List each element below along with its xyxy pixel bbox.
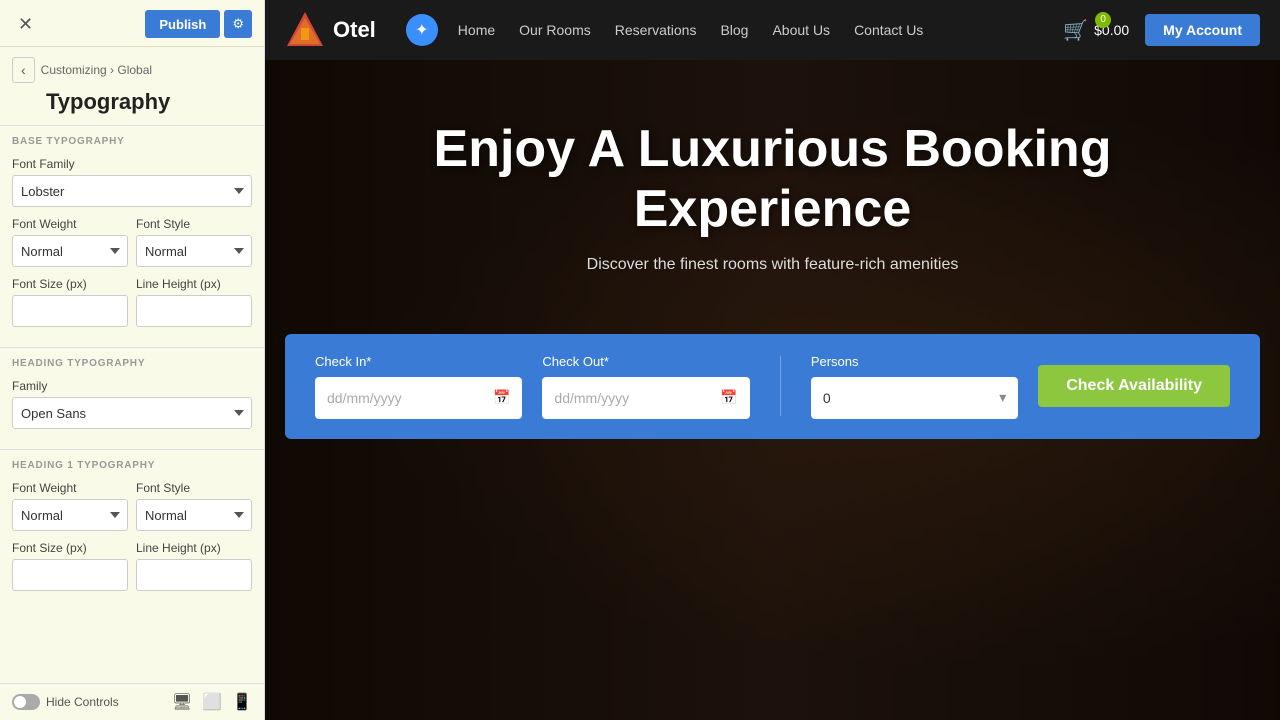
tablet-view-icon[interactable]: ⬜ xyxy=(202,692,222,712)
panel-footer: Hide Controls 🖥 ⬜ 📱 xyxy=(0,683,264,720)
base-typography-label: BASE TYPOGRAPHY xyxy=(12,136,252,147)
nav-home[interactable]: Home xyxy=(458,22,495,38)
close-button[interactable]: ✕ xyxy=(12,12,39,37)
booking-bar: Check In* dd/mm/yyyy 📅 Check Out* dd/mm/… xyxy=(285,334,1260,439)
breadcrumb: Customizing › Global xyxy=(41,63,152,77)
checkin-input[interactable]: dd/mm/yyyy 📅 xyxy=(315,377,522,419)
h1-font-size-label: Font Size (px) xyxy=(12,541,128,555)
cart-icon: 🛒 xyxy=(1063,18,1088,43)
nav-about-us[interactable]: About Us xyxy=(772,22,830,38)
nav-contact-us[interactable]: Contact Us xyxy=(854,22,923,38)
toggle-switch[interactable] xyxy=(12,694,40,710)
site-logo: Otel xyxy=(285,10,376,50)
mobile-view-icon[interactable]: 📱 xyxy=(232,692,252,712)
persons-field: Persons 0 ▾ xyxy=(811,354,1018,419)
heading-font-family-select[interactable]: Open Sans Lobster Roboto xyxy=(12,397,252,429)
checkin-label: Check In* xyxy=(315,354,522,369)
hero-section: Enjoy A Luxurious Booking Experience Dis… xyxy=(265,60,1280,720)
h1-typography-label: HEADING 1 TYPOGRAPHY xyxy=(12,460,252,471)
h1-line-height-input[interactable]: 48 xyxy=(136,559,252,591)
h1-font-style-select[interactable]: Normal Italic xyxy=(136,499,252,531)
checkin-field: Check In* dd/mm/yyyy 📅 xyxy=(315,354,522,419)
base-font-style-label: Font Style xyxy=(136,217,252,231)
checkin-calendar-icon: 📅 xyxy=(493,389,510,406)
logo-icon xyxy=(285,10,325,50)
logo-text: Otel xyxy=(333,17,376,43)
check-availability-button[interactable]: Check Availability xyxy=(1038,365,1230,407)
customizer-panel: ✕ Publish ⚙ ‹ Customizing › Global Typog… xyxy=(0,0,265,720)
cart-area[interactable]: 🛒 0 $0.00 xyxy=(1063,18,1129,43)
my-account-button[interactable]: My Account xyxy=(1145,14,1260,46)
hero-title: Enjoy A Luxurious Booking Experience xyxy=(305,120,1240,240)
heading-typography-section: HEADING TYPOGRAPHY Family Open Sans Lobs… xyxy=(0,348,264,449)
base-font-weight-label: Font Weight xyxy=(12,217,128,231)
booking-divider xyxy=(780,356,781,416)
persons-select[interactable]: 0 ▾ xyxy=(811,377,1018,419)
persons-chevron-icon: ▾ xyxy=(999,389,1006,406)
h1-typography-section: HEADING 1 TYPOGRAPHY Font Weight Normal … xyxy=(0,450,264,611)
site-navbar: Otel ✦ Home Our Rooms Reservations Blog … xyxy=(265,0,1280,60)
h1-font-weight-select[interactable]: Normal Bold xyxy=(12,499,128,531)
nav-right: 🛒 0 $0.00 My Account xyxy=(1063,14,1260,46)
checkout-value: dd/mm/yyyy xyxy=(554,390,629,406)
page-title-area: Typography xyxy=(0,87,264,125)
nav-reservations[interactable]: Reservations xyxy=(615,22,697,38)
base-font-size-label: Font Size (px) xyxy=(12,277,128,291)
h1-font-size-input[interactable]: 40 xyxy=(12,559,128,591)
desktop-view-icon[interactable]: 🖥 xyxy=(172,692,192,712)
publish-button[interactable]: Publish xyxy=(145,10,220,38)
base-typography-section: BASE TYPOGRAPHY Font Family Lobster Open… xyxy=(0,126,264,347)
nav-blog[interactable]: Blog xyxy=(720,22,748,38)
nav-our-rooms[interactable]: Our Rooms xyxy=(519,22,591,38)
h1-font-style-label: Font Style xyxy=(136,481,252,495)
base-line-height-input[interactable]: 20 xyxy=(136,295,252,327)
nav-links: Home Our Rooms Reservations Blog About U… xyxy=(458,22,1063,38)
base-line-height-label: Line Height (px) xyxy=(136,277,252,291)
checkout-field: Check Out* dd/mm/yyyy 📅 xyxy=(542,354,749,419)
compass-icon: ✦ xyxy=(406,14,438,46)
checkout-label: Check Out* xyxy=(542,354,749,369)
breadcrumb-area: ‹ Customizing › Global xyxy=(0,47,264,87)
base-font-family-select[interactable]: Lobster Open Sans Roboto xyxy=(12,175,252,207)
checkout-input[interactable]: dd/mm/yyyy 📅 xyxy=(542,377,749,419)
panel-header: ✕ Publish ⚙ xyxy=(0,0,264,47)
hide-controls-label: Hide Controls xyxy=(46,695,119,709)
settings-button[interactable]: ⚙ xyxy=(224,10,252,38)
hero-content: Enjoy A Luxurious Booking Experience Dis… xyxy=(265,60,1280,334)
base-font-style-select[interactable]: Normal Italic xyxy=(136,235,252,267)
hide-controls-toggle[interactable]: Hide Controls xyxy=(12,694,119,710)
hero-subtitle: Discover the finest rooms with feature-r… xyxy=(305,256,1240,274)
page-title: Typography xyxy=(46,89,252,115)
h1-line-height-label: Line Height (px) xyxy=(136,541,252,555)
persons-label: Persons xyxy=(811,354,1018,369)
view-icons: 🖥 ⬜ 📱 xyxy=(172,692,252,712)
base-font-family-label: Font Family xyxy=(12,157,252,171)
base-font-weight-select[interactable]: Normal Bold xyxy=(12,235,128,267)
cart-badge: 0 xyxy=(1095,12,1111,28)
h1-font-weight-label: Font Weight xyxy=(12,481,128,495)
checkout-calendar-icon: 📅 xyxy=(720,389,737,406)
checkin-value: dd/mm/yyyy xyxy=(327,390,402,406)
persons-value: 0 xyxy=(823,390,831,406)
heading-font-family-label: Family xyxy=(12,379,252,393)
base-font-size-input[interactable]: 16 xyxy=(12,295,128,327)
heading-typography-label: HEADING TYPOGRAPHY xyxy=(12,358,252,369)
site-preview: Otel ✦ Home Our Rooms Reservations Blog … xyxy=(265,0,1280,720)
back-button[interactable]: ‹ xyxy=(12,57,35,83)
